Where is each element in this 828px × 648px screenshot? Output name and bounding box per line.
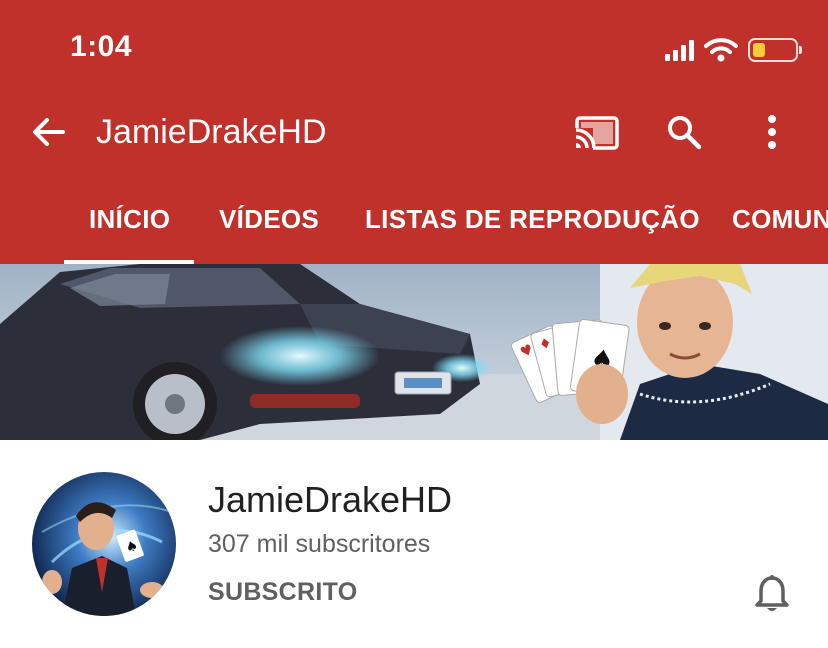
app-bar-title: JamieDrakeHD (96, 113, 327, 151)
bell-icon (755, 575, 789, 611)
channel-profile: ♠ JamieDrakeHD 307 mil subscritores SUBS… (0, 440, 828, 648)
status-icons (665, 34, 802, 66)
tab-inicio[interactable]: INÍCIO (89, 180, 170, 264)
notification-bell-button[interactable] (748, 570, 796, 618)
channel-tabs: INÍCIO VÍDEOS LISTAS DE REPRODUÇÃO COMUN (0, 180, 828, 264)
channel-avatar[interactable]: ♠ (32, 472, 176, 616)
more-vert-icon (768, 115, 776, 149)
app-header: 1:04 JamieDrakeHD INÍCIO VÍDEOS LISTAS D… (0, 0, 828, 264)
tab-playlists[interactable]: LISTAS DE REPRODUÇÃO (365, 180, 700, 264)
tab-videos[interactable]: VÍDEOS (219, 180, 319, 264)
back-button[interactable] (28, 112, 68, 152)
tab-community[interactable]: COMUN (732, 180, 828, 264)
battery-icon (748, 38, 802, 62)
channel-banner: ♥ ♦ ♣ ♠ (0, 264, 828, 440)
cast-button[interactable] (571, 112, 621, 152)
cast-icon (573, 116, 619, 150)
subscribed-button[interactable]: SUBSCRITO (208, 576, 357, 608)
wifi-icon (704, 38, 738, 62)
more-options-button[interactable] (752, 110, 792, 154)
signal-icon (665, 39, 694, 61)
search-icon (668, 116, 702, 150)
subscriber-count: 307 mil subscritores (208, 530, 431, 558)
search-button[interactable] (662, 110, 706, 154)
channel-name: JamieDrakeHD (208, 479, 453, 520)
back-arrow-icon (33, 118, 65, 146)
status-time: 1:04 (70, 30, 133, 63)
